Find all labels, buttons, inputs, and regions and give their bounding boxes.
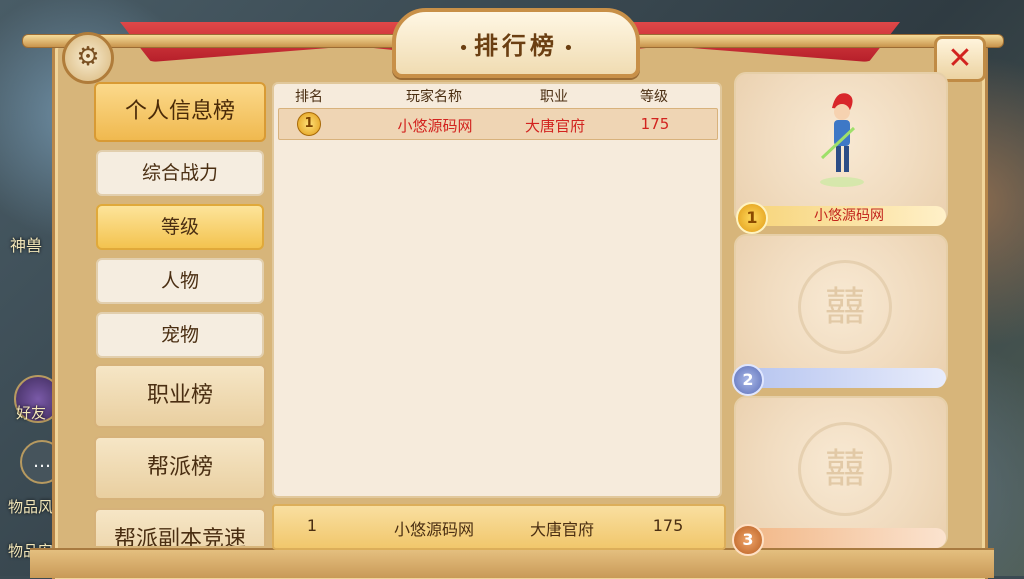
tab-label: 个人信息榜: [124, 99, 235, 124]
gear-icon: ⚙: [76, 42, 100, 72]
rank-badge-third: 3: [732, 524, 764, 556]
tab-label: 综合战力: [141, 162, 218, 184]
xi-emblem-icon: 囍: [798, 260, 892, 354]
row-level: 175: [640, 115, 670, 133]
tab-personal-info[interactable]: 个人信息榜: [94, 82, 266, 142]
my-level: 175: [652, 516, 684, 535]
row-job: 大唐官府: [524, 117, 585, 135]
close-icon: ✕: [947, 41, 973, 76]
tab-guild-dungeon-race[interactable]: 帮派副本竞速: [94, 508, 266, 546]
my-player-name: 小悠源码网: [393, 520, 474, 539]
podium-name-second: [752, 368, 946, 388]
tab-job-ranking[interactable]: 职业榜: [94, 364, 266, 428]
row-rank: 1: [304, 116, 314, 131]
friend-label: 好友: [16, 404, 47, 422]
window-bottom-rail: [30, 548, 994, 578]
tab-label: 宠物: [160, 324, 199, 346]
title-plate: • 排行榜 •: [392, 8, 640, 78]
ranking-table: 排名 玩家名称 职业 等级 1 小悠源码网 大唐官府 175: [272, 82, 722, 498]
window-title: 排行榜: [474, 32, 558, 60]
table-header: 排名 玩家名称 职业 等级: [274, 84, 720, 106]
title-dot-icon: •: [458, 38, 469, 59]
settings-button[interactable]: ⚙: [62, 32, 114, 84]
row-player-name: 小悠源码网: [397, 117, 473, 135]
top-three-podium: 囍 囍 小悠源码网 1 2 3: [732, 72, 948, 556]
header-level: 等级: [640, 89, 668, 105]
character-avatar: [820, 93, 864, 187]
table-row[interactable]: 1 小悠源码网 大唐官府 175: [278, 108, 718, 140]
background-text: 神兽: [10, 236, 43, 255]
my-job: 大唐官府: [529, 520, 594, 539]
gold-medal-icon: 1: [297, 112, 321, 136]
my-rank-bar: 1 小悠源码网 大唐官府 175: [272, 504, 726, 550]
tab-combat-power[interactable]: 综合战力: [96, 150, 264, 196]
tab-label: 帮派副本竞速: [113, 527, 246, 546]
xi-emblem-icon: 囍: [798, 422, 892, 516]
tab-level[interactable]: 等级: [96, 204, 264, 250]
header-player-name: 玩家名称: [406, 89, 462, 105]
podium-name-first: 小悠源码网: [752, 206, 946, 226]
title-dot-icon: •: [563, 38, 574, 59]
podium-card-second[interactable]: 囍: [734, 234, 948, 386]
rank-badge-second: 2: [732, 364, 764, 396]
tab-label: 帮派榜: [146, 455, 213, 480]
podium-card-first[interactable]: [734, 72, 948, 224]
tab-character[interactable]: 人物: [96, 258, 264, 304]
header-rank: 排名: [295, 89, 323, 105]
ranking-category-tabs: 个人信息榜 综合战力 等级 人物 宠物 职业榜 帮派榜 帮派副本竞速: [94, 82, 268, 546]
header-job: 职业: [540, 89, 568, 105]
tab-label: 等级: [160, 216, 199, 238]
tab-label: 人物: [160, 270, 199, 292]
rank-badge-first: 1: [736, 202, 768, 234]
podium-name-third: [752, 528, 946, 548]
background-text: 物品风: [8, 498, 54, 516]
podium-card-third[interactable]: 囍: [734, 396, 948, 548]
tab-guild-ranking[interactable]: 帮派榜: [94, 436, 266, 500]
tab-pet[interactable]: 宠物: [96, 312, 264, 358]
my-rank: 1: [306, 516, 318, 535]
tab-label: 职业榜: [146, 383, 213, 408]
